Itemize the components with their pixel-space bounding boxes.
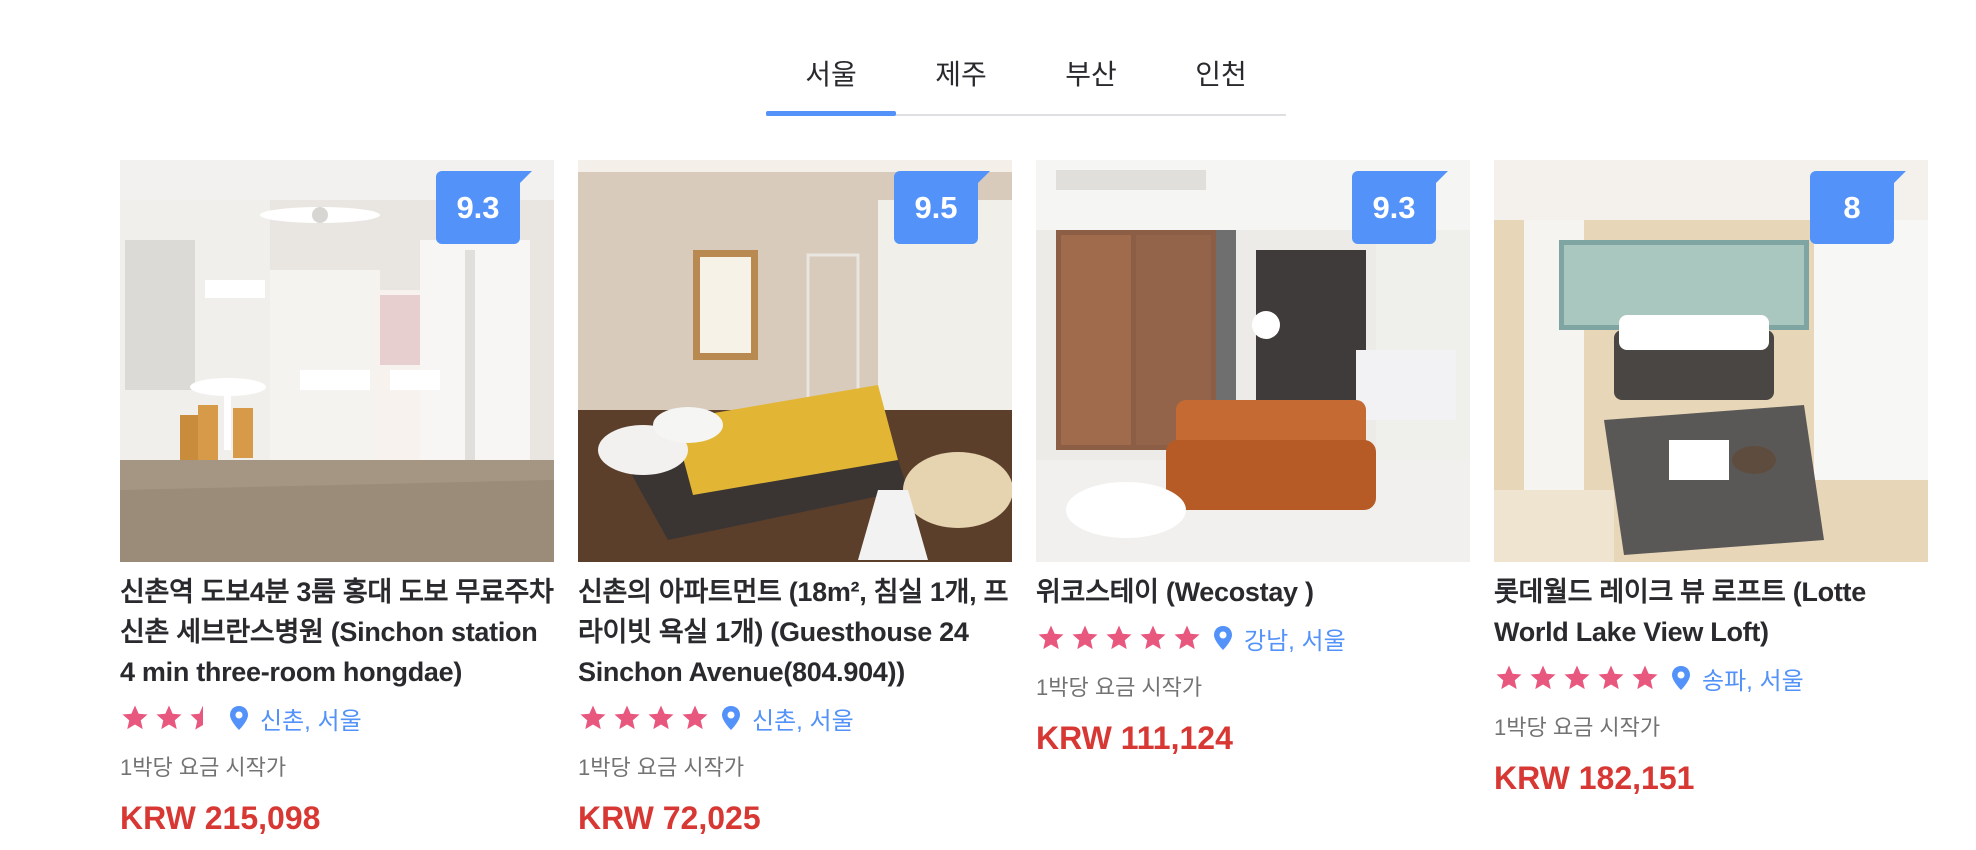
star-icon (1038, 625, 1064, 650)
star-rating (1036, 623, 1202, 653)
property-card[interactable]: 8 롯데월드 레이크 뷰 로프트 (Lotte World Lake View … (1494, 160, 1928, 837)
map-pin-icon (1214, 626, 1232, 650)
star-icon (1106, 625, 1132, 650)
price-label: 1박당 요금 시작가 (120, 755, 287, 780)
star-icon (1496, 665, 1522, 690)
rating-location-row: 신촌, 서울 (120, 700, 554, 736)
star-icon (122, 705, 148, 730)
property-card[interactable]: 9.3 신촌역 도보4분 3룸 홍대 도보 무료주차 신촌 세브란스병원 (Si… (120, 160, 554, 837)
price-label: 1박당 요금 시작가 (1036, 675, 1203, 700)
star-icon (682, 705, 708, 730)
property-card[interactable]: 9.3 위코스테이 (Wecostay ) 강남, 서울 1박당 요금 시작가 … (1036, 160, 1470, 837)
price: KRW 182,151 (1494, 760, 1695, 796)
price: KRW 111,124 (1036, 720, 1233, 756)
property-name[interactable]: 위코스테이 (Wecostay ) (1036, 572, 1470, 612)
star-icon (648, 705, 674, 730)
half-star-icon (190, 705, 203, 730)
location-link[interactable]: 신촌, 서울 (752, 701, 854, 736)
price-label: 1박당 요금 시작가 (1494, 715, 1661, 740)
city-tabs: 서울 제주 부산 인천 (766, 48, 1286, 116)
location-link[interactable]: 송파, 서울 (1702, 661, 1804, 696)
property-photo[interactable]: 9.5 (578, 160, 1012, 562)
star-icon (580, 705, 606, 730)
location-link[interactable]: 신촌, 서울 (260, 701, 362, 736)
tab-incheon[interactable]: 인천 (1156, 48, 1286, 114)
star-icon (1564, 665, 1590, 690)
rating-location-row: 송파, 서울 (1494, 660, 1928, 696)
map-pin-icon (1672, 666, 1690, 690)
star-icon (1140, 625, 1166, 650)
tab-jeju[interactable]: 제주 (896, 48, 1026, 114)
property-photo[interactable]: 8 (1494, 160, 1928, 562)
star-icon (1598, 665, 1624, 690)
property-photo[interactable]: 9.3 (120, 160, 554, 562)
star-icon (1072, 625, 1098, 650)
location-link[interactable]: 강남, 서울 (1244, 621, 1346, 656)
star-icon (1174, 625, 1200, 650)
property-name[interactable]: 롯데월드 레이크 뷰 로프트 (Lotte World Lake View Lo… (1494, 572, 1928, 652)
property-name[interactable]: 신촌역 도보4분 3룸 홍대 도보 무료주차 신촌 세브란스병원 (Sincho… (120, 572, 554, 692)
map-pin-icon (230, 706, 248, 730)
review-score-badge: 9.3 (1352, 171, 1448, 244)
tab-busan[interactable]: 부산 (1026, 48, 1156, 114)
map-pin-icon (722, 706, 740, 730)
price: KRW 72,025 (578, 800, 761, 836)
review-score-badge: 8 (1810, 171, 1906, 244)
review-score-badge: 9.5 (894, 171, 990, 244)
property-photo[interactable]: 9.3 (1036, 160, 1470, 562)
review-score-badge: 9.3 (436, 171, 532, 244)
star-icon (156, 705, 182, 730)
property-card[interactable]: 9.5 신촌의 아파트먼트 (18m², 침실 1개, 프라이빗 욕실 1개) … (578, 160, 1012, 837)
rating-location-row: 신촌, 서울 (578, 700, 1012, 736)
price: KRW 215,098 (120, 800, 321, 836)
rating-location-row: 강남, 서울 (1036, 620, 1470, 656)
price-label: 1박당 요금 시작가 (578, 755, 745, 780)
star-icon (614, 705, 640, 730)
star-rating (120, 703, 218, 733)
property-name[interactable]: 신촌의 아파트먼트 (18m², 침실 1개, 프라이빗 욕실 1개) (Gue… (578, 572, 1012, 692)
star-icon (1530, 665, 1556, 690)
star-rating (578, 703, 710, 733)
tab-seoul[interactable]: 서울 (766, 48, 896, 116)
property-card-list: 9.3 신촌역 도보4분 3룸 홍대 도보 무료주차 신촌 세브란스병원 (Si… (120, 160, 1928, 837)
star-rating (1494, 663, 1660, 693)
star-icon (1632, 665, 1658, 690)
